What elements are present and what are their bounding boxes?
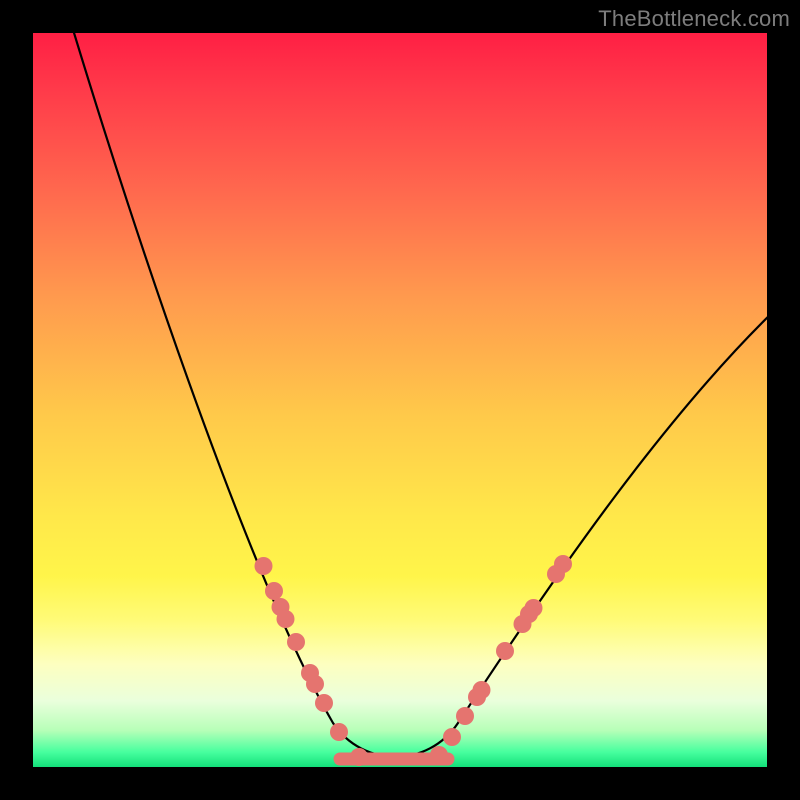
data-dot <box>456 707 474 725</box>
data-dot <box>306 675 324 693</box>
data-dot <box>265 582 283 600</box>
data-dot <box>430 746 448 764</box>
data-dot <box>525 599 543 617</box>
data-dot <box>287 633 305 651</box>
data-dot <box>443 728 461 746</box>
data-dot <box>315 694 333 712</box>
chart-plot-area <box>33 33 767 767</box>
chart-frame: TheBottleneck.com <box>0 0 800 800</box>
bottleneck-curve <box>71 33 767 757</box>
data-dot <box>350 748 368 766</box>
data-dot <box>473 681 491 699</box>
data-dot <box>330 723 348 741</box>
data-dot <box>277 610 295 628</box>
chart-svg <box>33 33 767 767</box>
dots-left-group <box>255 557 369 766</box>
data-dot <box>496 642 514 660</box>
data-dot <box>255 557 273 575</box>
data-dot <box>554 555 572 573</box>
watermark-text: TheBottleneck.com <box>598 6 790 32</box>
